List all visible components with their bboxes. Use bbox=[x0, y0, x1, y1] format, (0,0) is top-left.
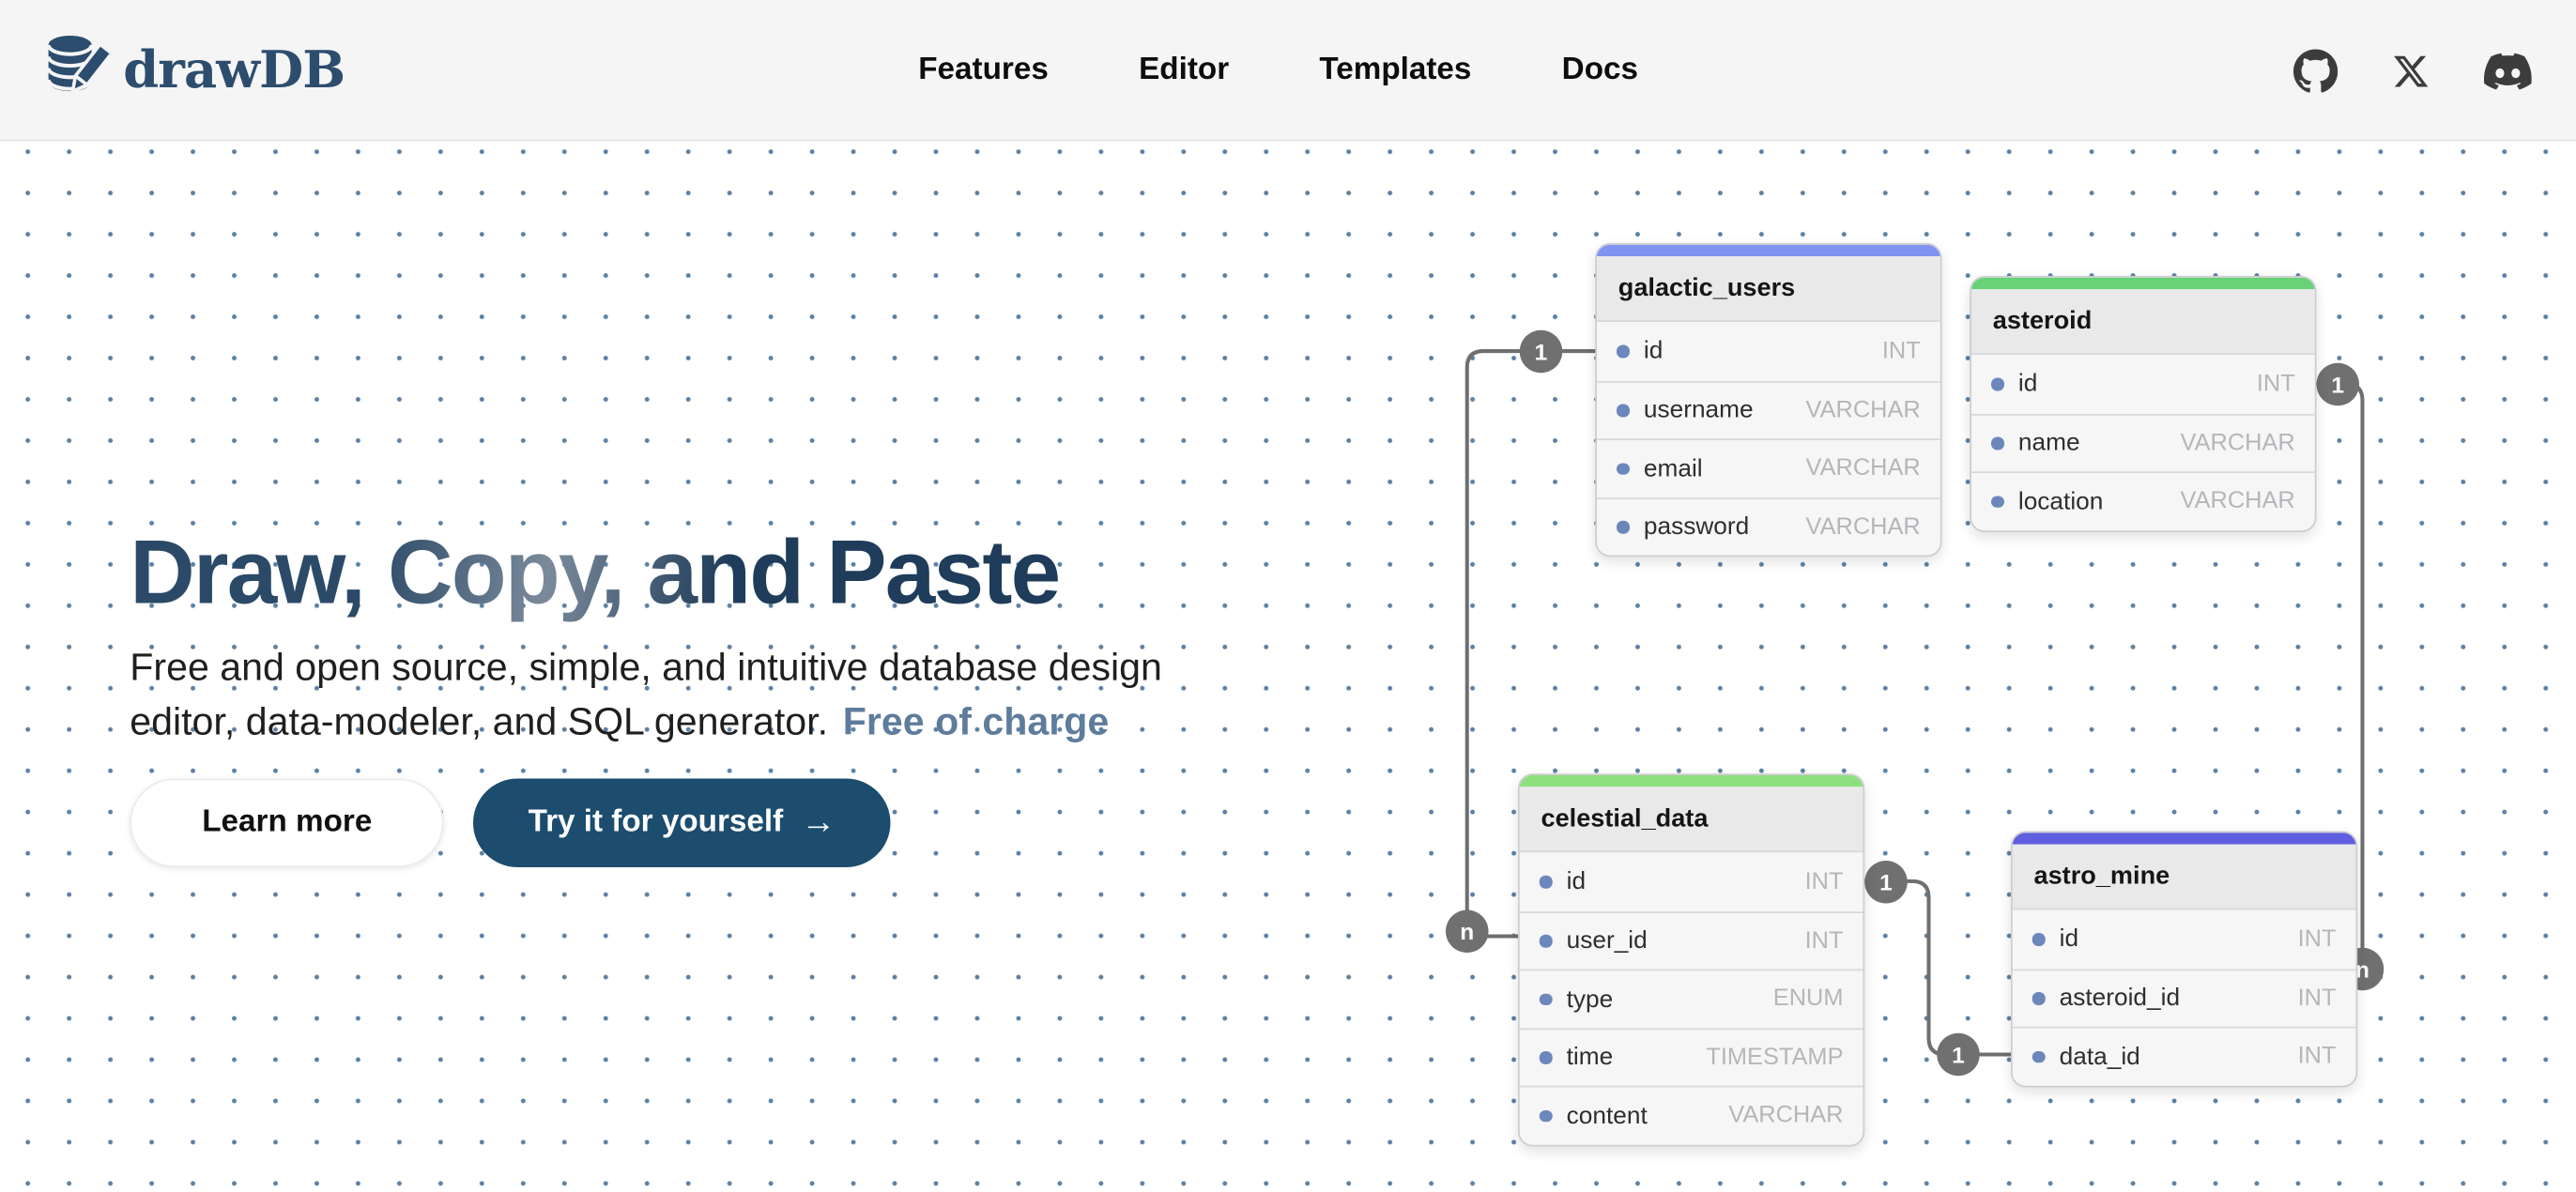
field-type: VARCHAR bbox=[1806, 397, 1921, 423]
field-type: INT bbox=[1882, 338, 1921, 364]
field-type: TIMESTAMP bbox=[1706, 1045, 1843, 1071]
field-dot-icon bbox=[2032, 992, 2045, 1004]
field-dot-icon bbox=[1991, 496, 2003, 508]
table-row: asteroid_id INT bbox=[2013, 969, 2356, 1027]
x-icon[interactable] bbox=[2392, 52, 2430, 89]
field-name: data_id bbox=[2060, 1043, 2298, 1071]
table-row: content VARCHAR bbox=[1520, 1086, 1863, 1144]
field-type: INT bbox=[2298, 1044, 2337, 1070]
db-table-galactic-users: galactic_users id INT username VARCHAR e… bbox=[1595, 243, 1941, 557]
database-pencil-icon bbox=[37, 30, 111, 113]
table-row: data_id INT bbox=[2013, 1027, 2356, 1085]
field-dot-icon bbox=[1617, 405, 1629, 417]
github-icon[interactable] bbox=[2293, 49, 2338, 93]
field-name: location bbox=[2018, 487, 2181, 515]
field-type: VARCHAR bbox=[1806, 513, 1921, 540]
table-row: id INT bbox=[2013, 910, 2356, 969]
drawdb-logo[interactable]: drawDB bbox=[37, 0, 345, 142]
field-name: password bbox=[1644, 512, 1806, 541]
top-navigation: drawDB Features Editor Templates Docs bbox=[0, 0, 2576, 142]
field-name: content bbox=[1567, 1102, 1729, 1130]
field-type: INT bbox=[2298, 986, 2337, 1012]
table-header: astro_mine bbox=[2013, 845, 2356, 910]
table-row: email VARCHAR bbox=[1597, 438, 1940, 497]
table-row: name VARCHAR bbox=[1971, 413, 2315, 471]
field-name: name bbox=[2018, 429, 2181, 457]
table-accent-bar bbox=[2013, 833, 2356, 844]
cardinality-badge: n bbox=[1446, 910, 1489, 954]
nav-link-features[interactable]: Features bbox=[918, 53, 1049, 89]
field-type: INT bbox=[1805, 868, 1844, 894]
field-dot-icon bbox=[1540, 993, 1552, 1005]
table-name: galactic_users bbox=[1618, 273, 1796, 303]
table-row: id INT bbox=[1597, 322, 1940, 380]
field-name: username bbox=[1644, 396, 1806, 424]
field-type: VARCHAR bbox=[1806, 455, 1921, 481]
table-header: galactic_users bbox=[1597, 256, 1940, 322]
field-name: user_id bbox=[1567, 926, 1805, 955]
table-accent-bar bbox=[1520, 775, 1863, 787]
field-type: INT bbox=[1805, 927, 1844, 954]
field-type: VARCHAR bbox=[1728, 1103, 1843, 1129]
cardinality-badge: 1 bbox=[1937, 1033, 1980, 1077]
table-row: type ENUM bbox=[1520, 970, 1863, 1028]
field-type: INT bbox=[2298, 926, 2337, 953]
cardinality-badge: 1 bbox=[1864, 860, 1908, 903]
field-name: id bbox=[2060, 925, 2298, 954]
table-accent-bar bbox=[1971, 278, 2315, 289]
field-name: id bbox=[1644, 337, 1882, 365]
table-accent-bar bbox=[1597, 245, 1940, 256]
field-name: asteroid_id bbox=[2060, 985, 2298, 1013]
table-header: celestial_data bbox=[1520, 787, 1863, 852]
table-name: astro_mine bbox=[2034, 862, 2170, 892]
field-dot-icon bbox=[2032, 933, 2045, 945]
logo-text: drawDB bbox=[123, 41, 345, 100]
field-type: INT bbox=[2257, 371, 2295, 397]
table-row: location VARCHAR bbox=[1971, 471, 2315, 529]
field-dot-icon bbox=[1540, 1109, 1552, 1122]
field-dot-icon bbox=[1617, 345, 1629, 358]
cardinality-badge: 1 bbox=[1520, 330, 1563, 374]
table-name: asteroid bbox=[1993, 306, 2093, 336]
relationship-line bbox=[1864, 881, 2011, 1055]
field-dot-icon bbox=[1540, 876, 1552, 888]
table-row: user_id INT bbox=[1520, 910, 1863, 969]
field-name: email bbox=[1644, 454, 1806, 482]
db-table-astro-mine: astro_mine id INT asteroid_id INT data_i… bbox=[2011, 832, 2357, 1087]
field-dot-icon bbox=[1991, 437, 2003, 450]
table-header: asteroid bbox=[1971, 289, 2315, 355]
field-name: type bbox=[1567, 986, 1773, 1014]
field-dot-icon bbox=[2032, 1050, 2045, 1062]
field-type: ENUM bbox=[1773, 986, 1844, 1012]
nav-link-templates[interactable]: Templates bbox=[1319, 53, 1471, 89]
field-name: id bbox=[1567, 867, 1805, 895]
db-table-celestial-data: celestial_data id INT user_id INT type E… bbox=[1518, 773, 1864, 1145]
field-dot-icon bbox=[1540, 1051, 1552, 1063]
cardinality-badge: 1 bbox=[2317, 363, 2360, 406]
table-row: id INT bbox=[1520, 852, 1863, 910]
nav-links: Features Editor Templates Docs bbox=[918, 0, 1638, 142]
field-dot-icon bbox=[1617, 521, 1629, 533]
table-row: username VARCHAR bbox=[1597, 380, 1940, 438]
field-type: VARCHAR bbox=[2181, 430, 2295, 456]
field-dot-icon bbox=[1617, 463, 1629, 475]
field-dot-icon bbox=[1540, 935, 1552, 947]
field-dot-icon bbox=[1991, 378, 2003, 390]
field-type: VARCHAR bbox=[2181, 488, 2295, 514]
field-name: id bbox=[2018, 370, 2257, 398]
social-links bbox=[2293, 0, 2532, 142]
drawdb-landing-page: 1 n 1 1 1 n galactic_users id INT userna… bbox=[0, 0, 2576, 1192]
nav-link-docs[interactable]: Docs bbox=[1562, 53, 1638, 89]
discord-icon[interactable] bbox=[2484, 47, 2532, 95]
table-name: celestial_data bbox=[1541, 804, 1709, 834]
db-table-asteroid: asteroid id INT name VARCHAR location VA… bbox=[1970, 276, 2316, 531]
table-row: time TIMESTAMP bbox=[1520, 1028, 1863, 1086]
nav-link-editor[interactable]: Editor bbox=[1139, 53, 1229, 89]
table-row: password VARCHAR bbox=[1597, 497, 1940, 555]
field-name: time bbox=[1567, 1044, 1707, 1072]
table-row: id INT bbox=[1971, 355, 2315, 413]
